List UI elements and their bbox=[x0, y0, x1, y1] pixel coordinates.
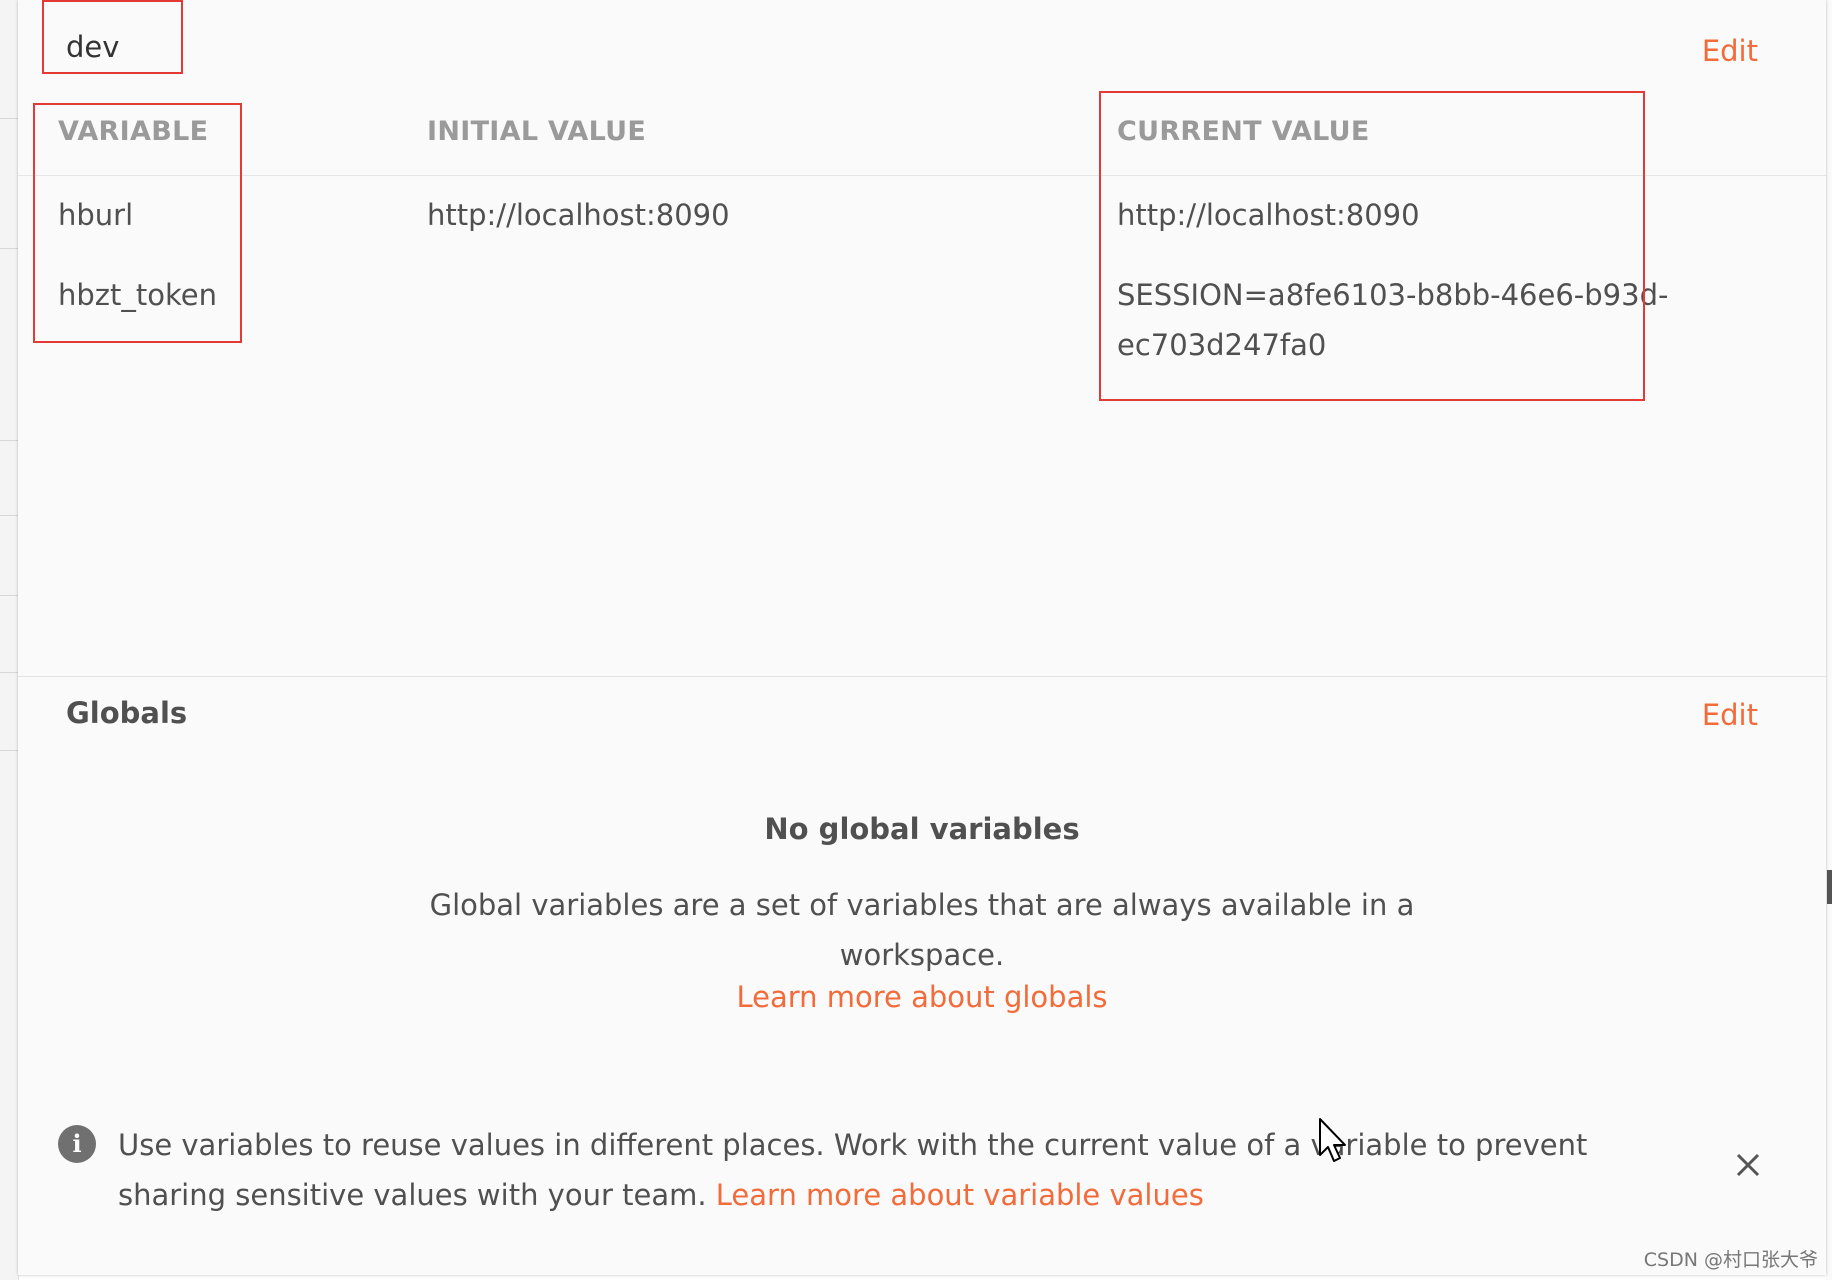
info-banner-text: Use variables to reuse values in differe… bbox=[118, 1120, 1678, 1220]
variable-name-cell[interactable]: hburl bbox=[58, 190, 133, 240]
column-header-initial-value: INITIAL VALUE bbox=[427, 116, 647, 147]
background-app-strip bbox=[0, 0, 19, 1280]
section-divider bbox=[18, 676, 1826, 677]
current-value-cell-line1[interactable]: SESSION=a8fe6103-b8bb-46e6-b93d- bbox=[1117, 270, 1668, 320]
globals-edit-link[interactable]: Edit bbox=[1702, 698, 1758, 732]
initial-value-cell[interactable]: http://localhost:8090 bbox=[427, 190, 730, 240]
mouse-cursor-icon bbox=[1319, 1118, 1346, 1162]
close-icon[interactable] bbox=[1734, 1151, 1762, 1179]
background-right-strip bbox=[1826, 0, 1832, 1280]
environment-name: dev bbox=[66, 30, 120, 64]
current-value-cell-line2[interactable]: ec703d247fa0 bbox=[1117, 320, 1326, 370]
info-icon: i bbox=[58, 1125, 96, 1163]
learn-more-variable-values-link[interactable]: Learn more about variable values bbox=[716, 1178, 1204, 1212]
variable-name-cell[interactable]: hbzt_token bbox=[58, 270, 217, 320]
globals-empty-title: No global variables bbox=[764, 812, 1080, 846]
environment-variables-panel: dev Edit VARIABLE INITIAL VALUE CURRENT … bbox=[18, 0, 1826, 1275]
header-divider bbox=[18, 175, 1826, 176]
current-value-cell[interactable]: http://localhost:8090 bbox=[1117, 190, 1420, 240]
globals-empty-description: Global variables are a set of variables … bbox=[429, 888, 1415, 972]
learn-more-globals-link[interactable]: Learn more about globals bbox=[18, 980, 1826, 1014]
environment-edit-link[interactable]: Edit bbox=[1702, 34, 1758, 68]
watermark: CSDN @村口张大爷 bbox=[1643, 1249, 1818, 1271]
column-header-variable: VARIABLE bbox=[58, 116, 209, 147]
globals-title: Globals bbox=[66, 696, 188, 730]
column-header-current-value: CURRENT VALUE bbox=[1117, 116, 1370, 147]
